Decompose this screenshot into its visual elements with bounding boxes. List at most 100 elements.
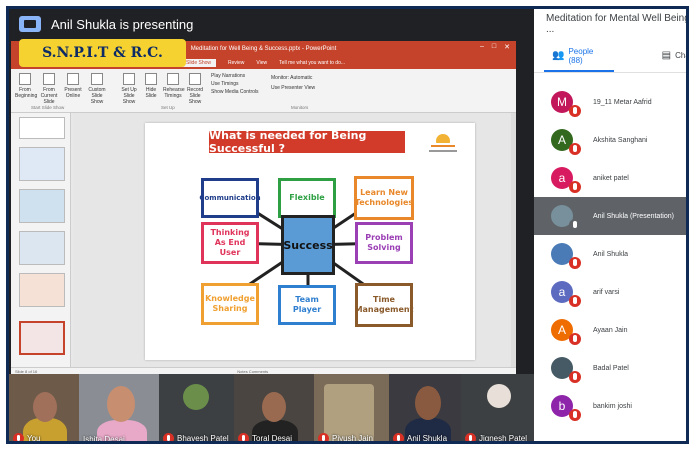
avatar: M xyxy=(551,91,581,117)
tell-me-box[interactable]: Tell me what you want to do... xyxy=(279,60,345,66)
avatar: a xyxy=(551,281,581,307)
avatar: b xyxy=(551,395,581,421)
presenting-text: Anil Shukla is presenting xyxy=(51,16,194,32)
participant-name: Akshita Sanghani xyxy=(593,136,648,144)
set-up-button[interactable]: Set Up Slide Show xyxy=(119,73,139,105)
meeting-window: Anil Shukla is presenting S.N.P.I.T & R.… xyxy=(0,0,695,450)
tab-slide-show[interactable]: Slide Show xyxy=(181,59,217,67)
slide-thumbnail[interactable] xyxy=(19,231,65,265)
hide-slide-button[interactable]: Hide Slide xyxy=(141,73,161,99)
participant-name: Piyush Jain xyxy=(332,434,373,443)
muted-mic-icon xyxy=(163,433,174,441)
list-item[interactable]: A Akshita Sanghani xyxy=(534,121,686,159)
participant-name: Ishita Desai xyxy=(83,435,125,444)
from-current-button[interactable]: From Current Slide xyxy=(39,73,59,105)
list-item[interactable]: Anil Shukla xyxy=(534,235,686,273)
people-tab-label: People (88) xyxy=(568,46,594,65)
video-tile[interactable]: You xyxy=(9,374,79,443)
video-tile[interactable]: Anil Shukla xyxy=(389,374,461,443)
slide-thumbnail[interactable] xyxy=(19,147,65,181)
participant-name: Toral Desai xyxy=(252,434,293,443)
muted-mic-icon xyxy=(569,295,581,307)
vertical-scrollbar[interactable] xyxy=(511,113,516,368)
list-item[interactable]: a arif varsi xyxy=(534,273,686,311)
brand-badge: S.N.P.I.T & R.C. xyxy=(19,39,186,67)
slide-canvas-area: What is needed for Being Successful ? Co… xyxy=(73,113,511,368)
tab-review[interactable]: Review xyxy=(228,60,244,66)
active-tab-indicator xyxy=(544,70,614,72)
participant-name: Anil Shukla (Presentation) xyxy=(593,212,674,220)
video-tile[interactable]: Toral Desai xyxy=(234,374,314,443)
avatar xyxy=(551,205,581,231)
participant-name: Anil Shukla xyxy=(593,250,629,258)
muted-mic-icon xyxy=(318,433,329,441)
muted-mic-icon xyxy=(569,333,581,345)
rehearse-button[interactable]: Rehearse Timings xyxy=(163,73,185,99)
list-item[interactable]: A Ayaan Jain xyxy=(534,311,686,349)
box-flexible: Flexible xyxy=(278,178,336,218)
box-time-management: Time Management xyxy=(355,283,413,327)
group-monitors: Monitors xyxy=(291,105,309,110)
tab-chat[interactable]: ▤ Chat xyxy=(644,50,686,61)
participant-name: 19_11 Metar Aafrid xyxy=(593,98,652,106)
slide-thumbnail[interactable] xyxy=(19,273,65,307)
video-tile[interactable]: Bhavesh Patel xyxy=(159,374,234,441)
video-tile[interactable]: Jignesh Patel xyxy=(461,374,534,443)
participant-name: You xyxy=(27,434,41,443)
muted-mic-icon xyxy=(569,143,581,155)
play-narrations-checkbox[interactable]: Play Narrations xyxy=(211,72,259,80)
list-item[interactable]: Anil Shukla (Presentation) xyxy=(534,197,686,235)
from-beginning-button[interactable]: From Beginning xyxy=(15,73,37,99)
muted-mic-icon xyxy=(569,371,581,383)
ribbon: From Beginning From Current Slide Presen… xyxy=(11,69,516,113)
slide-thumbnail-selected[interactable] xyxy=(19,321,65,355)
avatar: A xyxy=(551,319,581,345)
box-communication: Communication xyxy=(199,178,261,218)
video-strip: You Ishita Desai Bhavesh Patel Toral Des… xyxy=(9,374,534,444)
show-media-checkbox[interactable]: Show Media Controls xyxy=(211,88,259,96)
close-icon[interactable]: ✕ xyxy=(504,43,510,51)
chat-icon: ▤ xyxy=(661,50,672,61)
box-thinking-as-end-user: Thinking As End User xyxy=(201,222,259,264)
participant-name: arif varsi xyxy=(593,288,620,296)
list-item[interactable]: b bankim joshi xyxy=(534,387,686,425)
record-button[interactable]: Record Slide Show xyxy=(185,73,205,105)
presenter-view-checkbox[interactable]: Use Presenter View xyxy=(271,83,315,93)
chat-tab-label: Chat xyxy=(675,51,686,60)
maximize-icon[interactable]: □ xyxy=(492,43,496,51)
use-timings-checkbox[interactable]: Use Timings xyxy=(211,80,259,88)
slide-thumbnail[interactable] xyxy=(19,117,65,139)
muted-mic-icon xyxy=(393,433,404,441)
list-item[interactable]: a aniket patel xyxy=(534,159,686,197)
participant-name: Anil Shukla xyxy=(407,434,448,443)
slide-thumbnails xyxy=(11,113,71,368)
avatar xyxy=(551,243,581,269)
box-learn-new-technologies: Learn New Technologies xyxy=(354,176,414,220)
monitor-select[interactable]: Monitor: Automatic xyxy=(271,73,315,83)
video-tile[interactable]: Piyush Jain xyxy=(314,374,389,443)
people-icon: 👥 xyxy=(552,50,565,61)
meeting-stage: Anil Shukla is presenting S.N.P.I.T & R.… xyxy=(6,6,689,444)
group-setup: Set Up xyxy=(161,105,175,110)
panel-tabs: 👥 People (88) ▤ Chat xyxy=(534,39,686,73)
tab-people[interactable]: 👥 People (88) xyxy=(534,47,604,65)
list-item[interactable]: Badal Patel xyxy=(534,349,686,387)
muted-mic-icon xyxy=(569,219,581,231)
tab-view[interactable]: View xyxy=(256,60,267,66)
status-bar: Slide 8 of 16 Notes Comments xyxy=(11,367,516,374)
muted-mic-icon xyxy=(569,181,581,193)
ppt-window-title: Meditation for Well Being & Success.pptx… xyxy=(190,46,337,52)
status-notes-comments[interactable]: Notes Comments xyxy=(237,369,268,374)
top-bar: Anil Shukla is presenting xyxy=(9,9,534,39)
list-item[interactable]: M 19_11 Metar Aafrid xyxy=(534,83,686,121)
custom-show-button[interactable]: Custom Slide Show xyxy=(87,73,107,105)
present-online-button[interactable]: Present Online xyxy=(63,73,83,99)
muted-mic-icon xyxy=(238,433,249,441)
muted-mic-icon xyxy=(465,433,476,441)
participant-name: Jignesh Patel xyxy=(479,434,528,443)
minimize-icon[interactable]: – xyxy=(480,43,484,51)
slide-thumbnail[interactable] xyxy=(19,189,65,223)
participant-name: aniket patel xyxy=(593,174,629,182)
video-tile[interactable]: Ishita Desai xyxy=(79,374,159,444)
slide-counter: Slide 8 of 16 xyxy=(15,368,38,374)
